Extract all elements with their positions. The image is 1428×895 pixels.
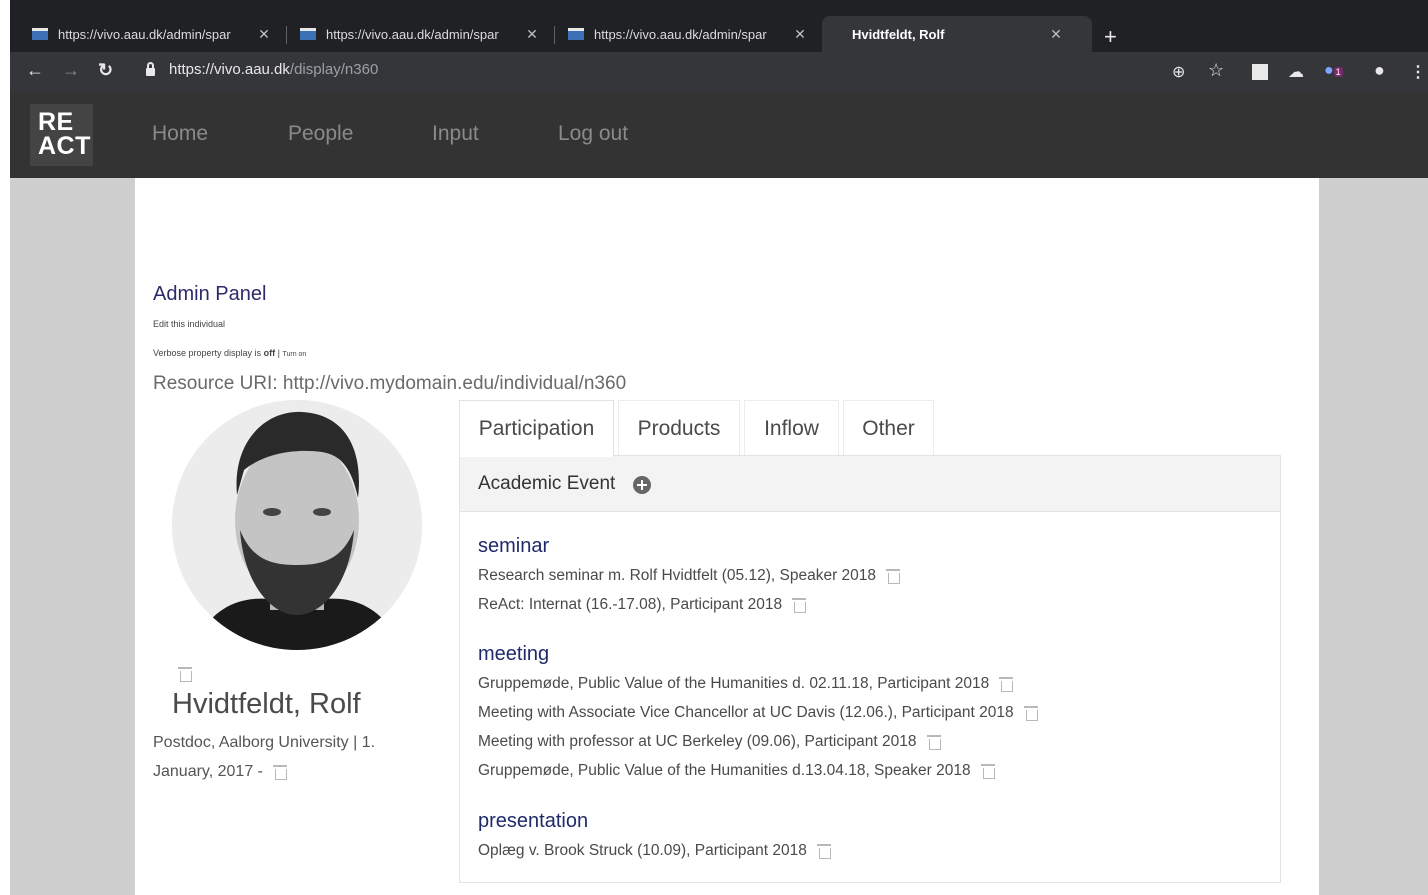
verbose-toggle-link[interactable]: Turn on bbox=[282, 351, 306, 358]
new-tab-button[interactable]: + bbox=[1104, 24, 1117, 50]
delete-position-trash-icon[interactable] bbox=[273, 764, 287, 780]
nav-home[interactable]: Home bbox=[152, 122, 208, 146]
lock-icon bbox=[146, 61, 155, 76]
list-item: Meeting with Associate Vice Chancellor a… bbox=[478, 704, 1038, 722]
edit-individual-link[interactable]: Edit this individual bbox=[153, 319, 225, 329]
tab-inflow[interactable]: Inflow bbox=[744, 400, 839, 456]
panel-header: Academic Event bbox=[460, 456, 1280, 512]
logo-line: ACT bbox=[38, 132, 91, 160]
nav-people[interactable]: People bbox=[288, 122, 353, 146]
react-logo[interactable]: RE ACT bbox=[30, 104, 93, 166]
site-favicon-icon bbox=[32, 28, 48, 40]
delete-trash-icon[interactable] bbox=[999, 676, 1014, 692]
panel-title: Academic Event bbox=[478, 473, 616, 494]
nav-input[interactable]: Input bbox=[432, 122, 479, 146]
url-host: https://vivo.aau.dk bbox=[169, 61, 290, 78]
browser-tab-title: https://vivo.aau.dk/admin/spar bbox=[326, 26, 499, 42]
verbose-label: Verbose property display is bbox=[153, 348, 262, 358]
resource-uri: Resource URI: http://vivo.mydomain.edu/i… bbox=[153, 373, 627, 394]
event-link[interactable]: Gruppemøde, Public Value of the Humaniti… bbox=[478, 762, 971, 779]
close-tab-icon[interactable]: ✕ bbox=[792, 26, 808, 43]
delete-trash-icon[interactable] bbox=[980, 763, 995, 779]
tab-bar: https://vivo.aau.dk/admin/spar ✕ https:/… bbox=[10, 12, 1428, 52]
event-link[interactable]: Meeting with professor at UC Berkeley (0… bbox=[478, 733, 917, 750]
group-title-presentation: presentation bbox=[478, 810, 589, 832]
site-favicon-icon bbox=[568, 28, 584, 40]
close-tab-icon[interactable]: ✕ bbox=[524, 26, 540, 43]
extension-badge-icon[interactable]: ● 1 bbox=[1324, 62, 1343, 80]
tab-other[interactable]: Other bbox=[843, 400, 934, 456]
position-line: January, 2017 - bbox=[153, 757, 393, 786]
browser-tab-title: Hvidtfeldt, Rolf bbox=[852, 26, 945, 42]
extension-badge-count: 1 bbox=[1333, 67, 1343, 77]
person-position: Postdoc, Aalborg University | 1. January… bbox=[153, 728, 393, 786]
zoom-icon[interactable]: ⊕ bbox=[1172, 62, 1185, 82]
position-line: Postdoc, Aalborg University | 1. bbox=[153, 734, 376, 751]
list-item: Oplæg v. Brook Struck (10.09), Participa… bbox=[478, 842, 831, 860]
list-item: Gruppemøde, Public Value of the Humaniti… bbox=[478, 675, 1014, 693]
nav-logout[interactable]: Log out bbox=[558, 122, 628, 146]
url-path: /display/n360 bbox=[289, 61, 379, 78]
address-bar[interactable]: https://vivo.aau.dk/display/n360 bbox=[146, 61, 378, 78]
tab-products[interactable]: Products bbox=[618, 400, 740, 456]
verbose-display-status: Verbose property display is off | Turn o… bbox=[153, 348, 306, 358]
delete-trash-icon[interactable] bbox=[886, 568, 901, 584]
delete-trash-icon[interactable] bbox=[1023, 705, 1038, 721]
menu-kebab-icon[interactable]: ⋮ bbox=[1410, 62, 1426, 82]
list-item: Research seminar m. Rolf Hvidtfelt (05.1… bbox=[478, 567, 901, 585]
browser-toolbar: ← → ↻ https://vivo.aau.dk/display/n360 ⊕… bbox=[10, 52, 1428, 92]
list-item: Meeting with professor at UC Berkeley (0… bbox=[478, 733, 941, 751]
add-circle-icon[interactable] bbox=[633, 476, 651, 494]
browser-tab-title: https://vivo.aau.dk/admin/spar bbox=[58, 26, 231, 42]
bookmark-star-icon[interactable]: ☆ bbox=[1208, 60, 1224, 81]
browser-tab-1[interactable]: https://vivo.aau.dk/admin/spar ✕ bbox=[10, 16, 278, 52]
list-item: ReAct: Internat (16.-17.08), Participant… bbox=[478, 596, 807, 614]
event-link[interactable]: Gruppemøde, Public Value of the Humaniti… bbox=[478, 675, 989, 692]
browser-tab-active[interactable]: Hvidtfeldt, Rolf ✕ bbox=[822, 16, 1092, 52]
browser-tab-title: https://vivo.aau.dk/admin/spar bbox=[594, 26, 767, 42]
browser-tab-3[interactable]: https://vivo.aau.dk/admin/spar ✕ bbox=[546, 16, 814, 52]
close-tab-icon[interactable]: ✕ bbox=[256, 26, 272, 43]
forward-arrow-icon[interactable]: → bbox=[62, 60, 80, 81]
logo-line: RE bbox=[38, 108, 74, 136]
profile-icon[interactable]: ● bbox=[1374, 60, 1385, 81]
list-item: Gruppemøde, Public Value of the Humaniti… bbox=[478, 762, 995, 780]
close-tab-icon[interactable]: ✕ bbox=[1048, 26, 1064, 43]
browser-chrome: https://vivo.aau.dk/admin/spar ✕ https:/… bbox=[10, 0, 1428, 92]
person-name: Hvidtfeldt, Rolf bbox=[172, 688, 361, 720]
back-arrow-icon[interactable]: ← bbox=[26, 60, 44, 81]
reload-icon[interactable]: ↻ bbox=[98, 60, 113, 81]
site-header: RE ACT Home People Input Log out bbox=[10, 92, 1428, 178]
group-title-seminar: seminar bbox=[478, 535, 550, 557]
cloud-extension-icon[interactable]: ☁ bbox=[1288, 62, 1304, 82]
delete-trash-icon[interactable] bbox=[816, 843, 831, 859]
event-link[interactable]: Meeting with Associate Vice Chancellor a… bbox=[478, 704, 1014, 721]
delete-trash-icon[interactable] bbox=[792, 597, 807, 613]
page: https://vivo.aau.dk/admin/spar ✕ https:/… bbox=[0, 0, 1428, 895]
admin-panel-title: Admin Panel bbox=[153, 283, 267, 305]
event-link[interactable]: Oplæg v. Brook Struck (10.09), Participa… bbox=[478, 842, 807, 859]
browser-tab-2[interactable]: https://vivo.aau.dk/admin/spar ✕ bbox=[278, 16, 546, 52]
verbose-separator: | bbox=[277, 348, 280, 358]
extension-page-icon[interactable] bbox=[1252, 64, 1268, 80]
group-title-meeting: meeting bbox=[478, 643, 550, 665]
tab-participation[interactable]: Participation bbox=[459, 400, 614, 457]
event-link[interactable]: Research seminar m. Rolf Hvidtfelt (05.1… bbox=[478, 567, 876, 584]
portrait-illustration bbox=[172, 400, 422, 650]
site-favicon-icon bbox=[300, 28, 316, 40]
verbose-state: off bbox=[263, 348, 276, 358]
position-line-text: January, 2017 - bbox=[153, 763, 263, 780]
delete-photo-trash-icon[interactable] bbox=[178, 666, 192, 682]
profile-photo bbox=[172, 400, 422, 650]
delete-trash-icon[interactable] bbox=[926, 734, 941, 750]
event-link[interactable]: ReAct: Internat (16.-17.08), Participant… bbox=[478, 596, 782, 613]
